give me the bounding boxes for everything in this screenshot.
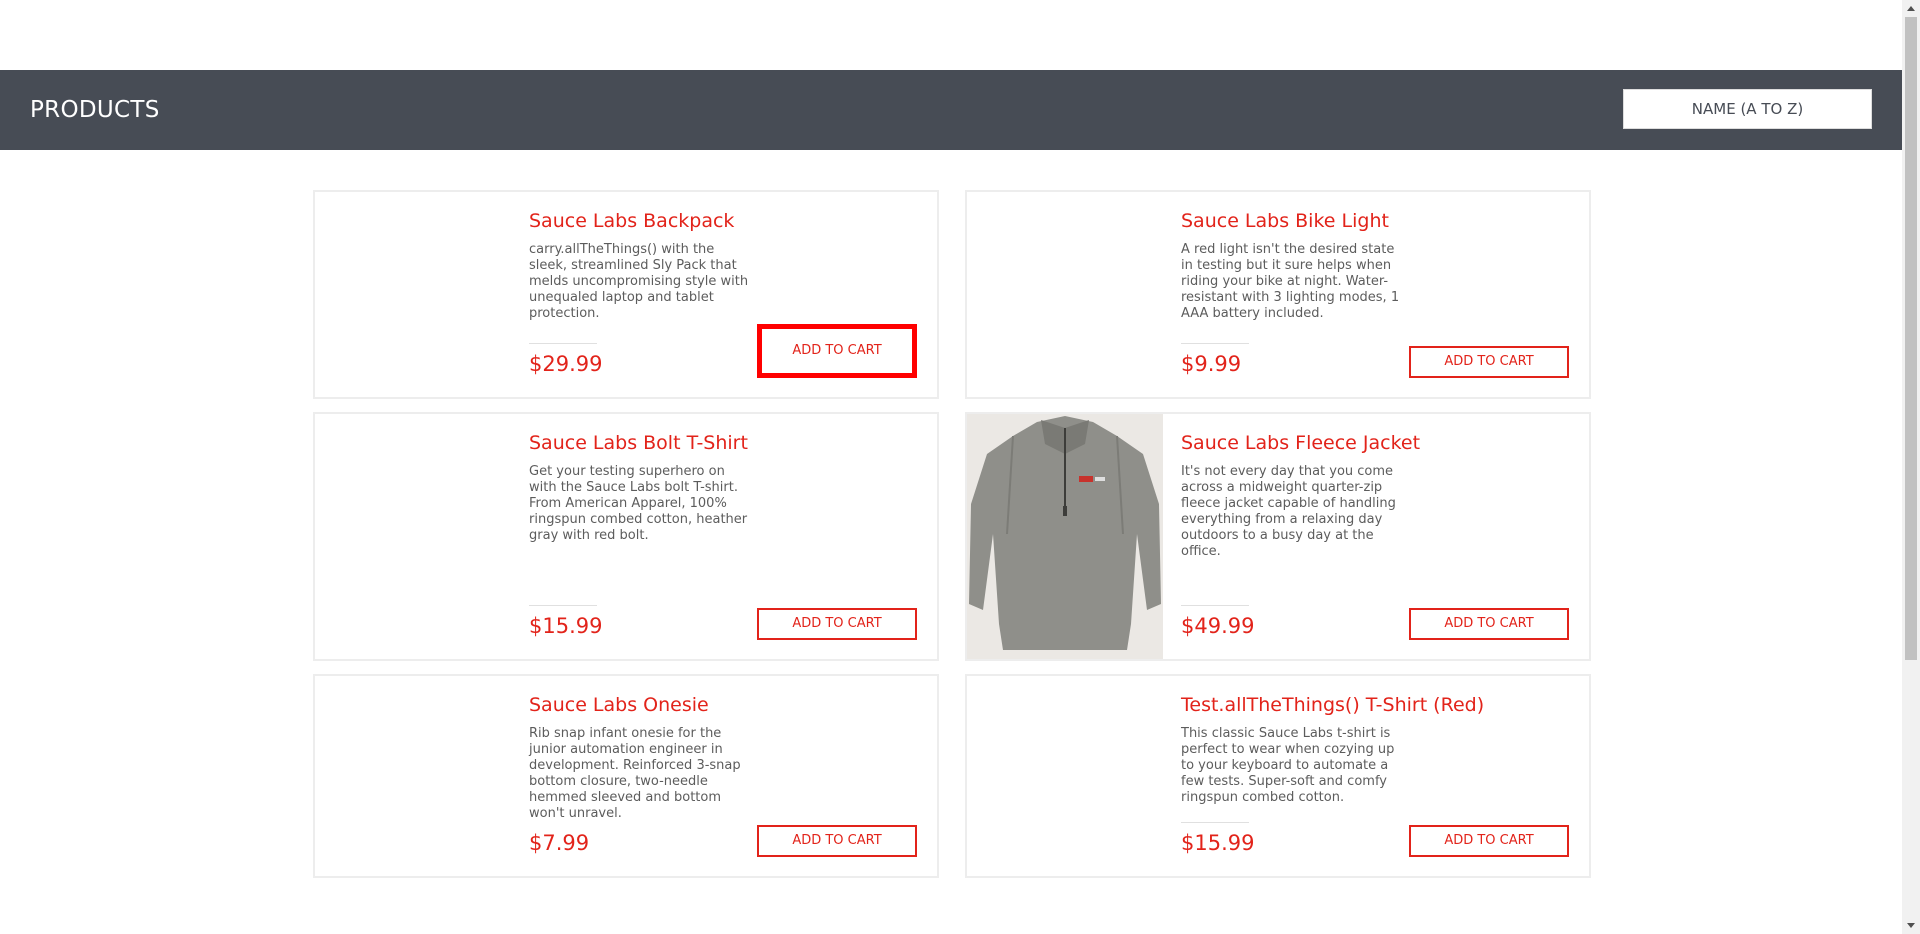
inventory-item: Sauce Labs Bike Light A red light isn't … bbox=[965, 190, 1591, 399]
product-description: This classic Sauce Labs t-shirt is perfe… bbox=[1181, 726, 1395, 805]
price-divider bbox=[529, 605, 597, 606]
product-image[interactable] bbox=[967, 414, 1163, 659]
product-image[interactable] bbox=[967, 676, 1163, 876]
product-description: Get your testing superhero on with the S… bbox=[529, 464, 748, 543]
vertical-scrollbar[interactable] bbox=[1902, 0, 1920, 934]
sort-select[interactable]: NAME (A TO Z) bbox=[1623, 89, 1872, 129]
inventory-item: Sauce Labs Backpack carry.allTheThings()… bbox=[313, 190, 939, 399]
add-to-cart-button[interactable]: ADD TO CART bbox=[1409, 608, 1569, 640]
page: PRODUCTS NAME (A TO Z) Sauce Labs Backpa… bbox=[0, 0, 1920, 934]
product-image[interactable] bbox=[967, 192, 1163, 397]
add-to-cart-button[interactable]: ADD TO CART bbox=[757, 324, 917, 378]
product-description: A red light isn't the desired state in t… bbox=[1181, 242, 1400, 321]
product-description: Rib snap infant onesie for the junior au… bbox=[529, 726, 741, 821]
product-price: $7.99 bbox=[529, 831, 590, 855]
inventory-item: Sauce Labs Bolt T-Shirt Get your testing… bbox=[313, 412, 939, 661]
product-price: $49.99 bbox=[1181, 614, 1255, 638]
product-title-link[interactable]: Sauce Labs Onesie bbox=[529, 694, 709, 716]
add-to-cart-button[interactable]: ADD TO CART bbox=[1409, 346, 1569, 378]
add-to-cart-button[interactable]: ADD TO CART bbox=[757, 608, 917, 640]
product-description: It's not every day that you come across … bbox=[1181, 464, 1396, 559]
product-price: $29.99 bbox=[529, 352, 603, 376]
scrollbar-thumb[interactable] bbox=[1905, 17, 1917, 660]
add-to-cart-button[interactable]: ADD TO CART bbox=[1409, 825, 1569, 857]
product-price: $15.99 bbox=[1181, 831, 1255, 855]
product-subheader: PRODUCTS NAME (A TO Z) bbox=[0, 70, 1902, 150]
inventory-list: Sauce Labs Backpack carry.allTheThings()… bbox=[313, 190, 1591, 890]
product-image[interactable] bbox=[315, 414, 511, 659]
product-title-link[interactable]: Sauce Labs Fleece Jacket bbox=[1181, 432, 1420, 454]
inventory-item: Test.allTheThings() T-Shirt (Red) This c… bbox=[965, 674, 1591, 878]
price-divider bbox=[1181, 822, 1249, 823]
product-title-link[interactable]: Test.allTheThings() T-Shirt (Red) bbox=[1181, 694, 1484, 716]
product-description: carry.allTheThings() with the sleek, str… bbox=[529, 242, 749, 321]
triangle-down-icon[interactable] bbox=[1902, 917, 1920, 934]
product-price: $9.99 bbox=[1181, 352, 1242, 376]
product-title-link[interactable]: Sauce Labs Bolt T-Shirt bbox=[529, 432, 748, 454]
product-image[interactable] bbox=[315, 192, 511, 397]
inventory-item: Sauce Labs Fleece Jacket It's not every … bbox=[965, 412, 1591, 661]
add-to-cart-button[interactable]: ADD TO CART bbox=[757, 825, 917, 857]
price-divider bbox=[1181, 605, 1249, 606]
price-divider bbox=[1181, 343, 1249, 344]
price-divider bbox=[529, 343, 597, 344]
product-price: $15.99 bbox=[529, 614, 603, 638]
inventory-item: Sauce Labs Onesie Rib snap infant onesie… bbox=[313, 674, 939, 878]
product-title-link[interactable]: Sauce Labs Bike Light bbox=[1181, 210, 1389, 232]
page-title: PRODUCTS bbox=[30, 97, 160, 123]
product-title-link[interactable]: Sauce Labs Backpack bbox=[529, 210, 734, 232]
fleece-jacket-image bbox=[967, 414, 1163, 659]
triangle-up-icon[interactable] bbox=[1902, 0, 1920, 17]
product-image[interactable] bbox=[315, 676, 511, 876]
content-area: PRODUCTS NAME (A TO Z) Sauce Labs Backpa… bbox=[0, 0, 1902, 934]
